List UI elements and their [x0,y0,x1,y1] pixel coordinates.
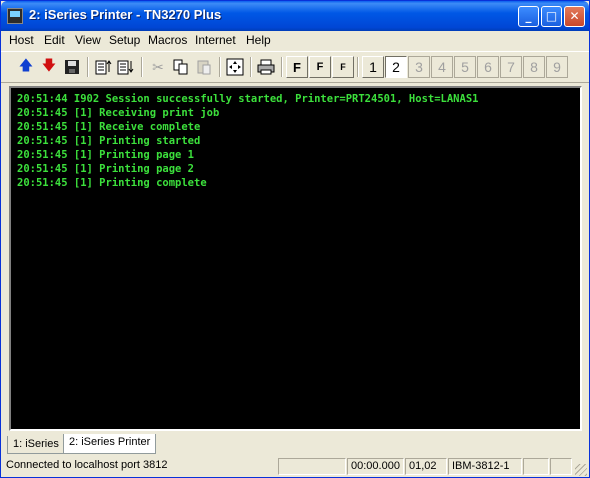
session-7-button[interactable]: 7 [500,56,522,78]
status-device: IBM-3812-1 [448,458,522,475]
paste-icon[interactable] [193,56,215,78]
status-timer: 00:00.000 [347,458,404,475]
toolbar-separator [141,57,143,77]
session-6-button[interactable]: 6 [477,56,499,78]
toolbar-separator [281,57,283,77]
tab-session-1[interactable]: 1: iSeries [7,436,65,454]
menu-help[interactable]: Help [246,33,271,47]
toolbar-separator [219,57,221,77]
log-line: 20:51:45 [1] Printing started [17,135,201,147]
status-empty-cell [523,458,549,475]
menu-host[interactable]: Host [9,33,34,47]
font-medium-button[interactable]: F [309,56,331,78]
session-8-button[interactable]: 8 [523,56,545,78]
font-large-button[interactable]: F [286,56,308,78]
toolbar-separator [250,57,252,77]
status-bar: Connected to localhost port 3812 00:00.0… [1,456,589,478]
log-line: 20:51:45 [1] Receiving print job [17,107,220,119]
terminal-screen[interactable]: 20:51:44 I902 Session successfully start… [9,86,582,431]
download-file-icon[interactable] [115,56,137,78]
toolbar: 🡅 🡇 ✂ F F F 1 2 3 4 5 6 7 8 9 [1,51,589,83]
log-line: 20:51:44 I902 Session successfully start… [17,93,479,105]
resize-grip[interactable] [575,464,587,476]
minimize-button[interactable]: _ [518,6,539,27]
menu-macros[interactable]: Macros [148,33,187,47]
receive-down-arrow-icon[interactable]: 🡇 [38,56,60,78]
fullscreen-icon[interactable] [224,56,246,78]
session-2-button[interactable]: 2 [385,56,407,78]
font-small-button[interactable]: F [332,56,354,78]
upload-file-icon[interactable] [93,56,115,78]
menu-view[interactable]: View [75,33,101,47]
session-3-button[interactable]: 3 [408,56,430,78]
save-icon[interactable] [61,56,83,78]
status-cursor-position: 01,02 [405,458,447,475]
menu-setup[interactable]: Setup [109,33,140,47]
session-5-button[interactable]: 5 [454,56,476,78]
menu-bar: Host Edit View Setup Macros Internet Hel… [1,31,589,50]
app-window: 2: iSeries Printer - TN3270 Plus _ □ ✕ H… [0,0,590,478]
terminal-app-icon[interactable] [7,8,23,24]
menu-edit[interactable]: Edit [44,33,65,47]
status-message: Connected to localhost port 3812 [6,459,168,471]
session-1-button[interactable]: 1 [362,56,384,78]
log-line: 20:51:45 [1] Printing page 2 [17,163,195,175]
log-line: 20:51:45 [1] Receive complete [17,121,201,133]
status-empty-cell [278,458,346,475]
status-empty-cell [550,458,572,475]
session-9-button[interactable]: 9 [546,56,568,78]
session-4-button[interactable]: 4 [431,56,453,78]
title-bar[interactable]: 2: iSeries Printer - TN3270 Plus _ □ ✕ [1,1,589,31]
cut-icon[interactable]: ✂ [147,56,169,78]
toolbar-separator [87,57,89,77]
menu-internet[interactable]: Internet [195,33,236,47]
toolbar-separator [357,57,359,77]
session-tabs: 1: iSeries 2: iSeries Printer [5,434,585,456]
window-title: 2: iSeries Printer - TN3270 Plus [29,7,222,22]
terminal-log: 20:51:44 I902 Session successfully start… [17,92,478,190]
send-up-arrow-icon[interactable]: 🡅 [15,56,37,78]
print-icon[interactable] [255,56,277,78]
tab-session-2[interactable]: 2: iSeries Printer [63,434,157,454]
log-line: 20:51:45 [1] Printing page 1 [17,149,195,161]
copy-icon[interactable] [170,56,192,78]
log-line: 20:51:45 [1] Printing complete [17,177,207,189]
close-button[interactable]: ✕ [564,6,585,27]
maximize-button[interactable]: □ [541,6,562,27]
